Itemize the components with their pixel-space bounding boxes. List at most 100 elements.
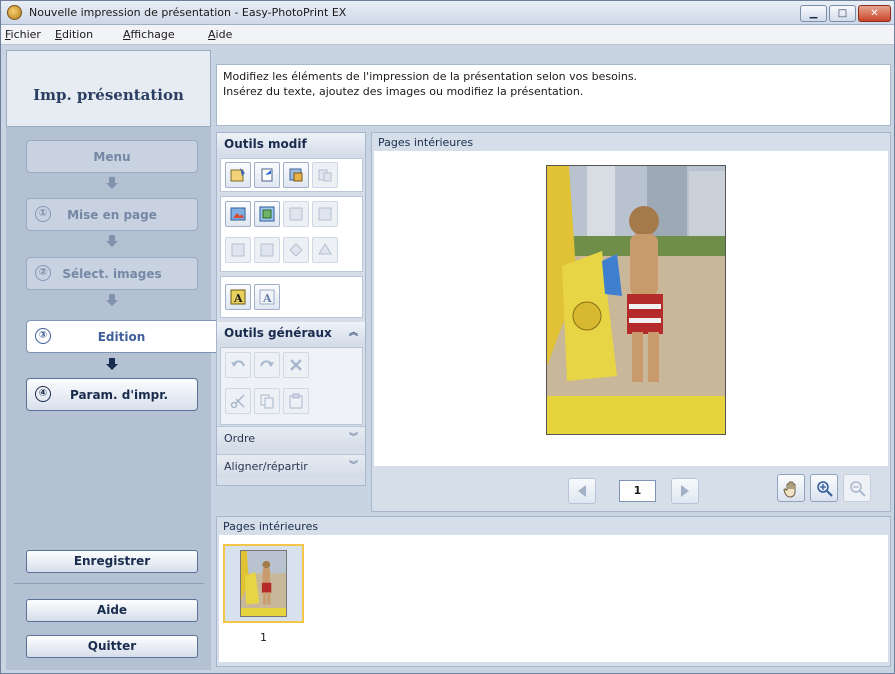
rotate-object-button[interactable] [283, 237, 309, 263]
svg-text:A: A [262, 292, 272, 305]
flip-object-icon [318, 243, 332, 255]
add-image-button[interactable] [225, 162, 251, 188]
thumbnail-image [240, 550, 287, 617]
chevron-down-icon[interactable]: ︾ [347, 432, 360, 445]
copy-layout-button[interactable] [225, 237, 251, 263]
thumbnail-panel: Pages intérieures 1 [216, 516, 891, 667]
sidebar-title: Imp. présentation [33, 86, 184, 104]
sidebar: Imp. présentation Menu ① Mise en page ② … [6, 50, 216, 670]
page-number-field[interactable]: 1 [619, 480, 656, 502]
minimize-icon: ▁ [809, 8, 818, 19]
crop-image-button[interactable] [283, 162, 309, 188]
chevron-down-icon[interactable]: ︾ [347, 460, 360, 473]
hand-tool-button[interactable] [777, 474, 805, 502]
background-button[interactable] [312, 201, 338, 227]
insert-image-button[interactable] [225, 201, 251, 227]
effects-icon [289, 207, 303, 221]
minimize-button[interactable]: ▁ [800, 5, 827, 22]
align-section[interactable]: Aligner/répartir ︾ [217, 454, 365, 478]
preview-panel: Pages intérieures 1 [371, 132, 891, 512]
help-button[interactable]: Aide [26, 599, 198, 622]
replace-image-button[interactable] [312, 162, 338, 188]
order-label: Ordre [224, 432, 256, 445]
insert-frame-button[interactable] [254, 201, 280, 227]
add-text-button[interactable]: A [225, 284, 251, 310]
undo-button[interactable] [225, 352, 251, 378]
zoom-in-button[interactable] [810, 474, 838, 502]
instruction-box: Modifiez les éléments de l'impression de… [216, 64, 891, 126]
page-thumbnail[interactable] [223, 544, 304, 623]
crop-image-icon [289, 168, 303, 182]
tool-group-general [220, 347, 363, 425]
sidebar-header: Imp. présentation [6, 50, 211, 127]
replace-image-icon [318, 169, 332, 182]
hand-icon [783, 481, 796, 498]
insert-image-icon [230, 207, 246, 221]
delete-button[interactable] [283, 352, 309, 378]
step-label: Mise en page [67, 208, 157, 222]
quit-button[interactable]: Quitter [26, 635, 198, 658]
add-vertical-text-icon: A [259, 289, 275, 305]
flip-object-button[interactable] [312, 237, 338, 263]
tool-group-image [220, 158, 363, 192]
cut-button[interactable] [225, 388, 251, 414]
chevron-up-icon[interactable]: ︽ [347, 327, 360, 340]
step-print-settings-button[interactable]: ④ Param. d'impr. [26, 378, 198, 411]
paste-layout-button[interactable] [254, 237, 280, 263]
photo-image[interactable] [546, 165, 726, 435]
copy-icon [260, 394, 274, 409]
instruction-line: Modifiez les éléments de l'impression de… [223, 70, 638, 83]
step-menu-button[interactable]: Menu [26, 140, 198, 173]
add-vertical-text-button[interactable]: A [254, 284, 280, 310]
rotate-image-button[interactable] [254, 162, 280, 188]
align-label: Aligner/répartir [224, 460, 308, 473]
save-button[interactable]: Enregistrer [26, 550, 198, 573]
scissors-icon [230, 394, 245, 409]
delete-icon [290, 359, 302, 371]
menu-fichier[interactable]: Fichier [5, 28, 41, 41]
rotate-image-icon [261, 168, 273, 182]
insert-frame-icon [259, 206, 275, 222]
copy-layout-icon [231, 243, 245, 257]
tool-group-text: A A [220, 276, 363, 318]
maximize-button[interactable]: □ [829, 5, 856, 22]
next-page-button[interactable] [671, 478, 699, 504]
maximize-icon: □ [837, 8, 848, 19]
edit-tools-title: Outils modif [217, 133, 365, 157]
thumbnail-caption: Pages intérieures [223, 520, 319, 533]
arrow-left-icon [578, 485, 586, 497]
thumbnail-photo [241, 551, 286, 616]
step-label: Sélect. images [62, 267, 162, 281]
tool-group-objects [220, 196, 363, 272]
step-label: Param. d'impr. [69, 388, 169, 402]
paste-button[interactable] [283, 388, 309, 414]
copy-button[interactable] [254, 388, 280, 414]
undo-icon [231, 360, 245, 367]
arrow-right-icon [681, 485, 689, 497]
zoom-out-button[interactable] [843, 474, 871, 502]
close-button[interactable]: ✕ [858, 5, 891, 22]
step-edition-button[interactable]: ③ Edition [26, 320, 216, 353]
window-title: Nouvelle impression de présentation - Ea… [29, 6, 347, 19]
menu-affichage[interactable]: Affichage [123, 28, 175, 41]
divider [14, 583, 204, 584]
paste-layout-icon [260, 243, 274, 257]
beach-photo [547, 166, 725, 434]
step-label: Edition [97, 330, 146, 344]
menu-aide[interactable]: Aide [208, 28, 232, 41]
instruction-line: Insérez du texte, ajoutez des images ou … [223, 85, 584, 98]
general-tools-label: Outils généraux [224, 326, 332, 340]
effects-button[interactable] [283, 201, 309, 227]
step-layout-button[interactable]: ① Mise en page [26, 198, 198, 231]
redo-button[interactable] [254, 352, 280, 378]
preview-canvas[interactable] [374, 151, 888, 466]
menu-edition[interactable]: Edition [55, 28, 93, 41]
redo-icon [260, 360, 274, 367]
step-select-images-button[interactable]: ② Sélect. images [26, 257, 198, 290]
title-bar[interactable]: Nouvelle impression de présentation - Ea… [1, 1, 894, 25]
add-image-icon [230, 168, 245, 182]
background-icon [318, 207, 332, 221]
order-section[interactable]: Ordre ︾ [217, 426, 365, 450]
previous-page-button[interactable] [568, 478, 596, 504]
general-tools-title: Outils généraux ︽ [217, 322, 365, 346]
